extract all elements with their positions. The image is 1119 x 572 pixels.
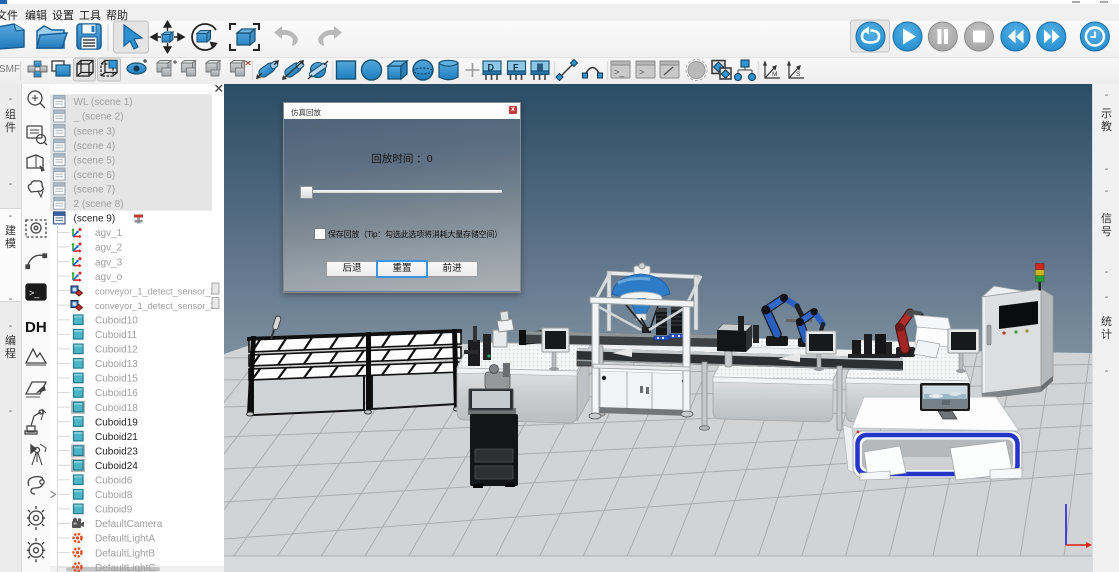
svg-text:Cuboid9: Cuboid9 bbox=[95, 505, 133, 516]
svg-text:DefaultLightC: DefaultLightC bbox=[95, 563, 156, 572]
svg-text:conveyor_1_detect_sensor_2: conveyor_1_detect_sensor_2 bbox=[95, 286, 216, 296]
svg-text:Cuboid21: Cuboid21 bbox=[95, 432, 138, 443]
svg-text:(scene 5): (scene 5) bbox=[74, 155, 116, 166]
svg-text:Cuboid19: Cuboid19 bbox=[95, 417, 138, 428]
svg-text:(scene 9): (scene 9) bbox=[74, 214, 116, 225]
svg-text:Cuboid6: Cuboid6 bbox=[95, 476, 133, 487]
svg-text:D: D bbox=[488, 63, 495, 73]
svg-text:DefaultLightA: DefaultLightA bbox=[95, 534, 155, 545]
svg-text:>_: >_ bbox=[29, 288, 40, 298]
svg-text:(scene 7): (scene 7) bbox=[74, 185, 116, 196]
svg-text:WL (scene 1): WL (scene 1) bbox=[74, 97, 133, 108]
svg-text:Cuboid8: Cuboid8 bbox=[95, 490, 133, 501]
svg-text:agv_3: agv_3 bbox=[95, 257, 123, 268]
svg-text:Cuboid23: Cuboid23 bbox=[95, 446, 138, 457]
svg-text:Cuboid24: Cuboid24 bbox=[95, 461, 138, 472]
svg-text:(scene 6): (scene 6) bbox=[74, 170, 116, 181]
svg-text:S: S bbox=[796, 71, 801, 78]
svg-text:M: M bbox=[772, 71, 777, 78]
svg-text:DefaultCamera: DefaultCamera bbox=[95, 519, 163, 530]
svg-text:SMF: SMF bbox=[0, 64, 20, 75]
svg-text:F: F bbox=[513, 63, 519, 73]
svg-text:Cuboid12: Cuboid12 bbox=[95, 345, 138, 356]
svg-text:agv_o: agv_o bbox=[95, 272, 123, 283]
svg-text:_ (scene 2): _ (scene 2) bbox=[73, 112, 124, 123]
svg-text:2 (scene 8): 2 (scene 8) bbox=[74, 199, 124, 210]
svg-text:Cuboid11: Cuboid11 bbox=[95, 330, 138, 341]
svg-text:Cuboid15: Cuboid15 bbox=[95, 374, 138, 385]
svg-text:Cuboid18: Cuboid18 bbox=[95, 403, 138, 414]
svg-text:(scene 4): (scene 4) bbox=[74, 141, 116, 152]
svg-text:Cuboid13: Cuboid13 bbox=[95, 359, 138, 370]
svg-text:DH: DH bbox=[25, 319, 47, 336]
svg-text:agv_2: agv_2 bbox=[95, 243, 123, 254]
svg-text:>_: >_ bbox=[614, 67, 625, 77]
svg-text:conveyor_1_detect_sensor_3: conveyor_1_detect_sensor_3 bbox=[95, 301, 216, 311]
svg-text:agv_1: agv_1 bbox=[95, 228, 123, 239]
svg-text:Cuboid16: Cuboid16 bbox=[95, 388, 138, 399]
svg-text:DefaultLightB: DefaultLightB bbox=[95, 548, 155, 559]
svg-text:>: > bbox=[639, 67, 644, 77]
svg-text:(scene 3): (scene 3) bbox=[74, 126, 116, 137]
svg-text:Cuboid10: Cuboid10 bbox=[95, 316, 138, 327]
